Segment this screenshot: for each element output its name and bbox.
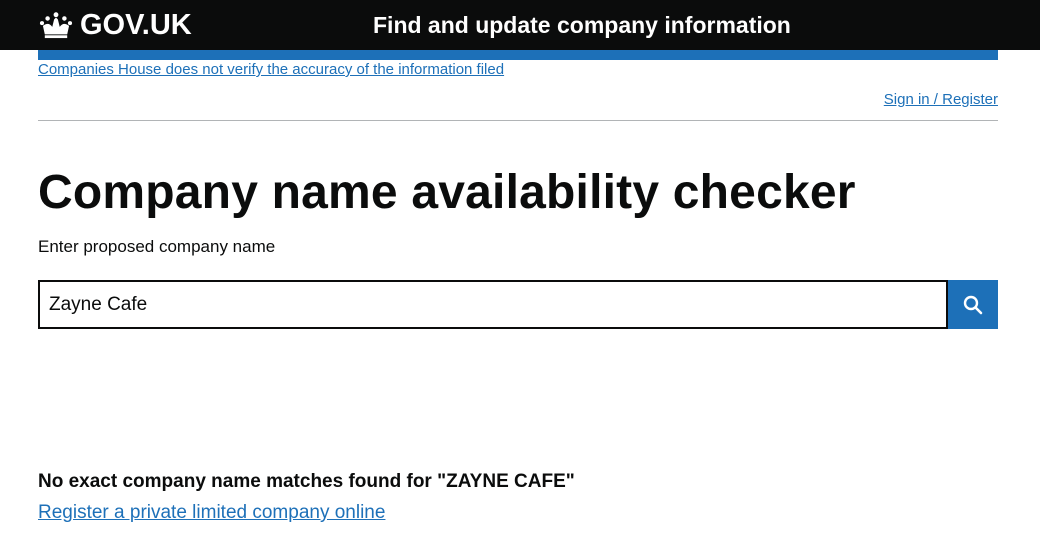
accuracy-disclaimer-link[interactable]: Companies House does not verify the accu… <box>38 61 504 79</box>
header-blue-bar <box>38 50 998 60</box>
header-divider <box>38 120 998 121</box>
sign-in-register-link[interactable]: Sign in / Register <box>884 91 998 109</box>
govuk-header: GOV.UK Find and update company informati… <box>0 0 1040 50</box>
service-name-link[interactable]: Find and update company information <box>373 11 791 39</box>
search-button[interactable] <box>948 280 998 329</box>
search-form <box>38 280 998 329</box>
no-match-message: No exact company name matches found for … <box>38 471 575 492</box>
company-name-search-input[interactable] <box>38 280 948 329</box>
govuk-logo-link[interactable]: GOV.UK <box>38 9 192 41</box>
crown-icon <box>39 12 73 39</box>
govuk-logo-text: GOV.UK <box>80 9 192 41</box>
search-icon <box>963 295 983 314</box>
page-title: Company name availability checker <box>38 166 856 219</box>
company-name-label: Enter proposed company name <box>38 237 276 256</box>
register-company-link[interactable]: Register a private limited company onlin… <box>38 501 385 525</box>
